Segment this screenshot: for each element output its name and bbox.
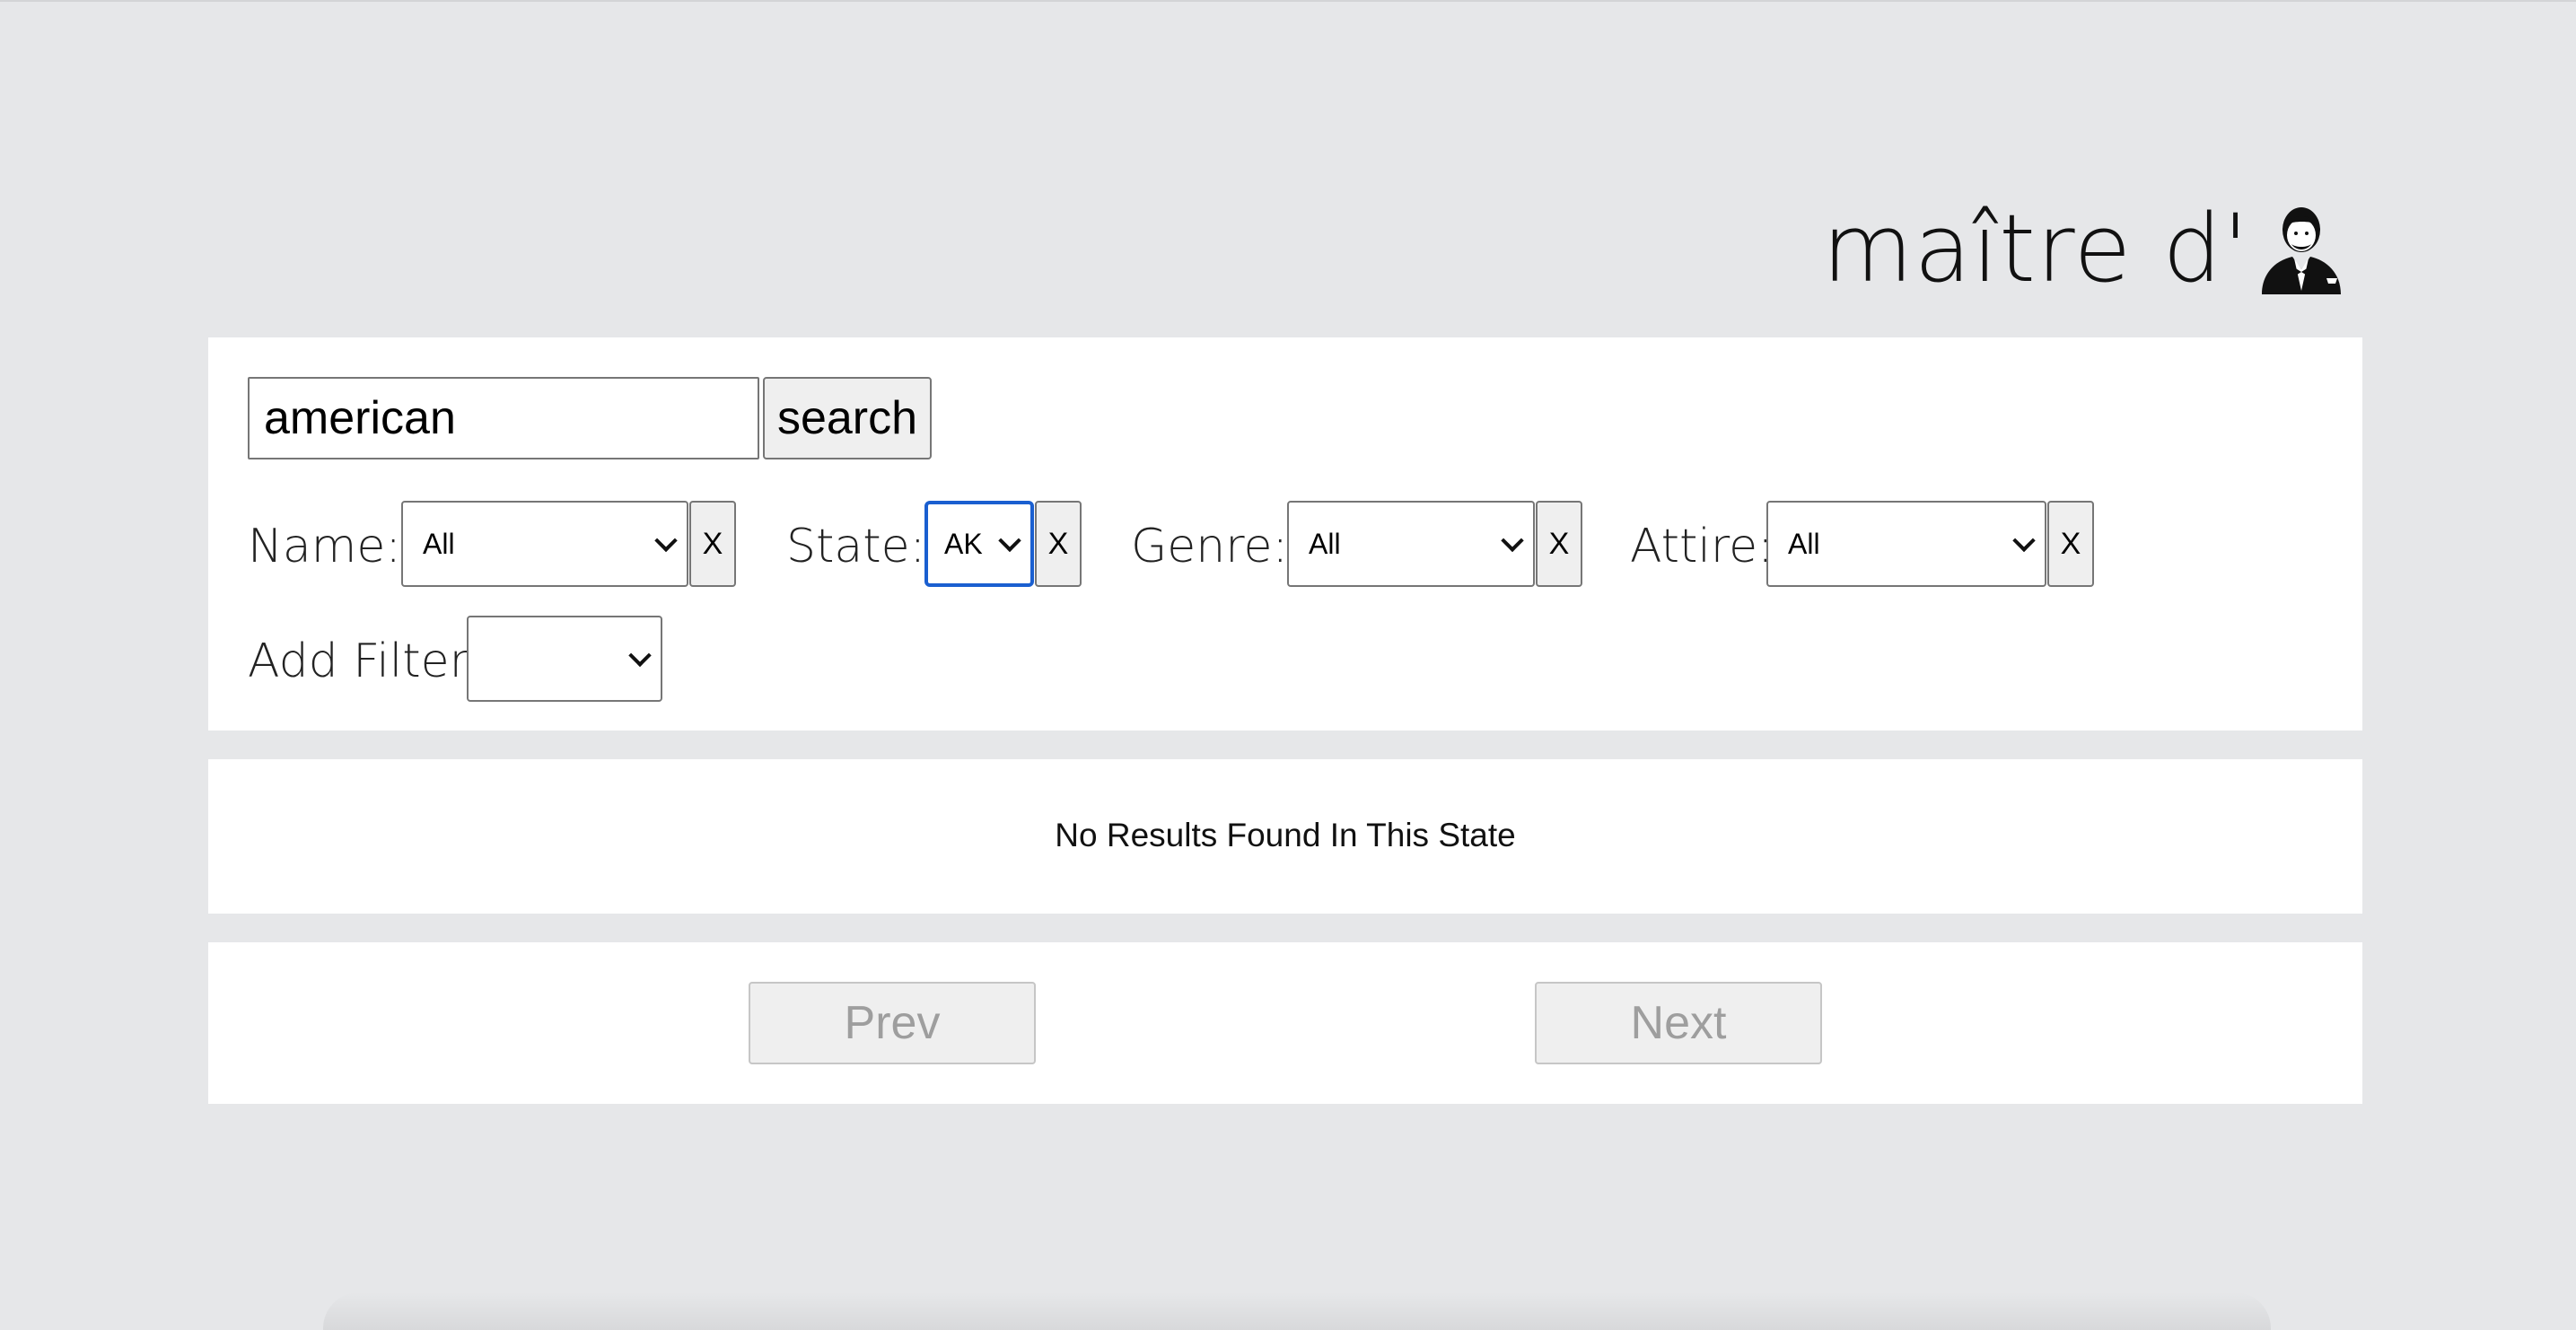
- no-results-message: No Results Found In This State: [1055, 817, 1516, 853]
- state-filter-label: State:: [786, 520, 926, 573]
- attire-filter-select[interactable]: All: [1766, 501, 2046, 587]
- state-filter-clear-button[interactable]: X: [1035, 501, 1082, 587]
- attire-filter-clear-button[interactable]: X: [2047, 501, 2094, 587]
- app-header: maître d': [1822, 202, 2344, 295]
- pagination-panel: Prev Next: [208, 942, 2362, 1104]
- genre-filter-label: Genre:: [1131, 520, 1288, 573]
- chevron-down-icon: [654, 529, 678, 553]
- app-title: maître d': [1822, 194, 2249, 303]
- name-filter-select[interactable]: All: [401, 501, 688, 587]
- chevron-down-icon: [2012, 529, 2036, 553]
- genre-filter-clear-button[interactable]: X: [1536, 501, 1582, 587]
- chevron-down-icon: [998, 529, 1021, 553]
- name-filter-label: Name:: [248, 520, 401, 573]
- results-panel: No Results Found In This State: [208, 759, 2362, 914]
- waiter-icon: [2262, 207, 2341, 294]
- search-input[interactable]: [248, 377, 759, 459]
- top-border: [0, 0, 2576, 2]
- attire-filter-value: All: [1788, 527, 1820, 560]
- add-filter-label: Add Filter:: [248, 634, 484, 688]
- genre-filter-select[interactable]: All: [1287, 501, 1535, 587]
- chevron-down-icon: [628, 643, 652, 668]
- chevron-down-icon: [1501, 529, 1524, 553]
- search-button[interactable]: search: [763, 377, 932, 459]
- next-button[interactable]: Next: [1535, 982, 1822, 1064]
- state-filter-select[interactable]: AK: [924, 501, 1034, 587]
- attire-filter-label: Attire:: [1630, 520, 1774, 573]
- filter-panel: search Name: All X State: AK X Genre: Al…: [208, 337, 2362, 731]
- bottom-shadow: [323, 1292, 2271, 1330]
- prev-button[interactable]: Prev: [749, 982, 1036, 1064]
- add-filter-select[interactable]: [467, 616, 662, 702]
- state-filter-value: AK: [944, 527, 983, 560]
- name-filter-value: All: [423, 527, 455, 560]
- genre-filter-value: All: [1309, 527, 1341, 560]
- name-filter-clear-button[interactable]: X: [689, 501, 736, 587]
